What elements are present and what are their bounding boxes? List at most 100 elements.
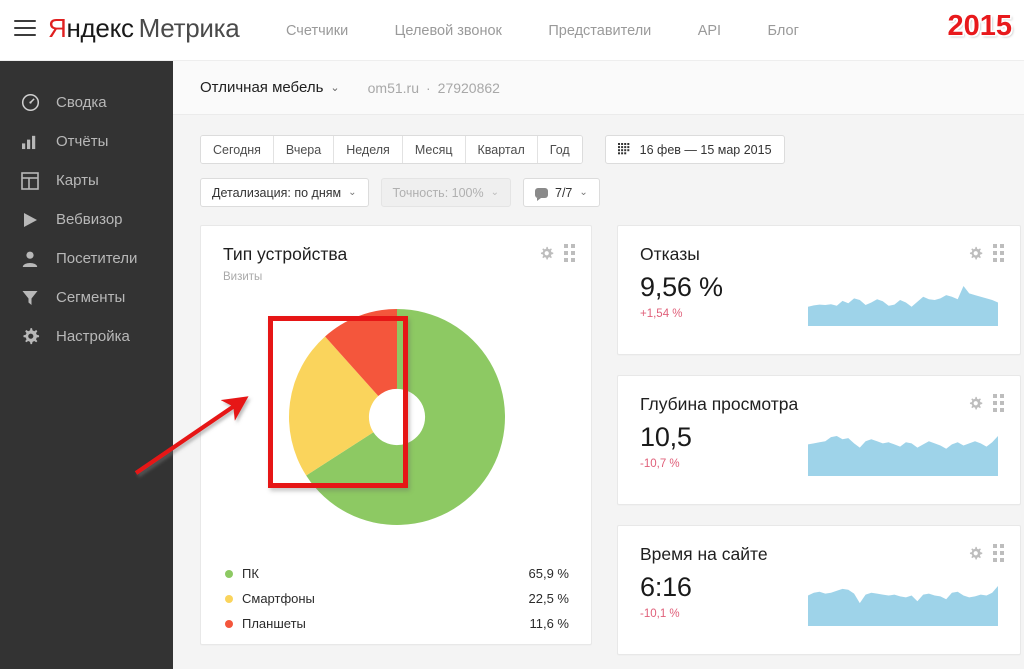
legend-item-smartphones[interactable]: Смартфоны 22,5 % xyxy=(225,586,569,611)
legend-item-tablets[interactable]: Планшеты 11,6 % xyxy=(225,611,569,636)
top-navigation: Счетчики Целевой звонок Представители AP… xyxy=(286,22,799,40)
drag-grid-icon[interactable] xyxy=(564,244,575,262)
grid-dot xyxy=(993,401,997,405)
page-depth-widget: Глубина просмотра 10,5 -10,7 % xyxy=(617,375,1021,505)
sparkline-area xyxy=(808,586,998,626)
sparkline-chart xyxy=(808,586,998,626)
grid-dot xyxy=(564,258,568,262)
grid-dot xyxy=(1000,251,1004,255)
grid-dot xyxy=(564,251,568,255)
gear-icon[interactable] xyxy=(968,246,983,261)
legend-label: ПК xyxy=(242,566,259,581)
speedometer-icon xyxy=(18,93,42,113)
goals-label: 7/7 xyxy=(555,185,573,200)
gear-icon[interactable] xyxy=(968,546,983,561)
drag-grid-icon[interactable] xyxy=(993,394,1004,412)
widget-tools xyxy=(968,544,1004,562)
goals-dropdown[interactable]: 7/7 ⌄ xyxy=(523,178,600,207)
sidebar-item-summary[interactable]: Сводка xyxy=(0,83,173,122)
date-range-picker[interactable]: 16 фев — 15 мар 2015 xyxy=(604,135,785,164)
sidebar-item-maps[interactable]: Карты xyxy=(0,161,173,200)
widget-title: Глубина просмотра xyxy=(640,394,799,414)
play-icon xyxy=(18,210,42,230)
year-badge: 2015 xyxy=(947,10,1012,42)
legend-value: 11,6 % xyxy=(529,616,569,631)
sidebar-item-segments[interactable]: Сегменты xyxy=(0,278,173,317)
grid-dot xyxy=(1000,401,1004,405)
gear-icon[interactable] xyxy=(968,396,983,411)
nav-item-target-call[interactable]: Целевой звонок xyxy=(395,23,502,39)
counter-id: 27920862 xyxy=(437,79,500,96)
gear-icon[interactable] xyxy=(539,246,554,261)
sidebar-item-label: Сводка xyxy=(56,94,107,111)
widget-subtitle: Визиты xyxy=(223,271,263,283)
period-today[interactable]: Сегодня xyxy=(201,136,274,163)
period-selector: Сегодня Вчера Неделя Месяц Квартал Год xyxy=(200,135,583,164)
grid-dot xyxy=(993,258,997,262)
grid-dot xyxy=(571,258,575,262)
time-on-site-widget: Время на сайте 6:16 -10,1 % xyxy=(617,525,1021,655)
chevron-down-icon: ⌄ xyxy=(490,187,499,198)
chevron-down-icon[interactable]: ⌄ xyxy=(330,81,339,94)
sidebar-item-visitors[interactable]: Посетители xyxy=(0,239,173,278)
grid-dot xyxy=(993,394,997,398)
sidebar-item-label: Сегменты xyxy=(56,289,126,306)
grid-dot xyxy=(1000,408,1004,412)
nav-item-counters[interactable]: Счетчики xyxy=(286,23,348,39)
legend-color-dot xyxy=(225,594,233,603)
site-info-bar: Отличная мебель ⌄ om51.ru · 27920862 xyxy=(173,61,1024,115)
sidebar-item-webvisor[interactable]: Вебвизор xyxy=(0,200,173,239)
period-month[interactable]: Месяц xyxy=(402,136,466,163)
sidebar-item-label: Настройка xyxy=(56,328,130,345)
brand-logo[interactable]: Яндекс Метрика xyxy=(48,13,240,44)
widget-column-left: Тип устройства Визиты ПК 65,9 % Смартфон… xyxy=(200,225,592,669)
burger-line xyxy=(14,27,36,29)
site-name[interactable]: Отличная мебель xyxy=(200,79,323,96)
period-row: Сегодня Вчера Неделя Месяц Квартал Год 1… xyxy=(200,135,1024,164)
device-type-donut-chart xyxy=(201,289,591,549)
drag-grid-icon[interactable] xyxy=(993,544,1004,562)
user-icon xyxy=(18,249,42,269)
grid-dot xyxy=(993,551,997,555)
burger-icon[interactable] xyxy=(14,20,36,38)
widget-title: Время на сайте xyxy=(640,544,768,564)
period-yesterday[interactable]: Вчера xyxy=(273,136,335,163)
sidebar-item-settings[interactable]: Настройка xyxy=(0,317,173,356)
top-header: Яндекс Метрика Счетчики Целевой звонок Пр… xyxy=(0,0,1024,61)
grid-dot xyxy=(1000,551,1004,555)
nav-item-api[interactable]: API xyxy=(698,23,721,39)
filters-toolbar: Сегодня Вчера Неделя Месяц Квартал Год 1… xyxy=(173,115,1024,207)
widget-title: Тип устройства xyxy=(223,244,348,264)
detail-level-dropdown[interactable]: Детализация: по дням ⌄ xyxy=(200,178,369,207)
grid-dot xyxy=(993,408,997,412)
widget-tools xyxy=(968,394,1004,412)
detail-level-label: Детализация: по дням xyxy=(212,185,342,200)
logo-metrika: Метрика xyxy=(138,13,240,43)
sparkline-area xyxy=(808,286,998,326)
period-week[interactable]: Неделя xyxy=(334,136,403,163)
site-domain[interactable]: om51.ru xyxy=(368,80,419,96)
period-quarter[interactable]: Квартал xyxy=(465,136,538,163)
nav-item-blog[interactable]: Блог xyxy=(768,23,799,39)
accuracy-label: Точность: 100% xyxy=(392,185,484,200)
donut-legend: ПК 65,9 % Смартфоны 22,5 % Планшеты 11,6… xyxy=(201,549,591,636)
donut-svg xyxy=(289,309,505,525)
sidebar-item-label: Отчёты xyxy=(56,133,109,150)
drag-grid-icon[interactable] xyxy=(993,244,1004,262)
metrica-dashboard: Яндекс Метрика Счетчики Целевой звонок Пр… xyxy=(0,0,1024,669)
nav-item-representatives[interactable]: Представители xyxy=(548,23,651,39)
sidebar-item-reports[interactable]: Отчёты xyxy=(0,122,173,161)
site-meta-separator: · xyxy=(425,79,431,96)
comment-icon xyxy=(535,187,548,201)
bar-chart-icon xyxy=(18,132,42,152)
bounce-rate-widget: Отказы 9,56 % +1,54 % xyxy=(617,225,1021,355)
grid-dot xyxy=(1000,394,1004,398)
accuracy-dropdown[interactable]: Точность: 100% ⌄ xyxy=(380,178,511,207)
sparkline-chart xyxy=(808,436,998,476)
period-year[interactable]: Год xyxy=(537,136,582,163)
legend-value: 65,9 % xyxy=(528,566,569,581)
legend-item-pc[interactable]: ПК 65,9 % xyxy=(225,561,569,586)
calendar-icon xyxy=(617,143,631,156)
layout-map-icon xyxy=(18,171,42,191)
sparkline-area xyxy=(808,436,998,476)
